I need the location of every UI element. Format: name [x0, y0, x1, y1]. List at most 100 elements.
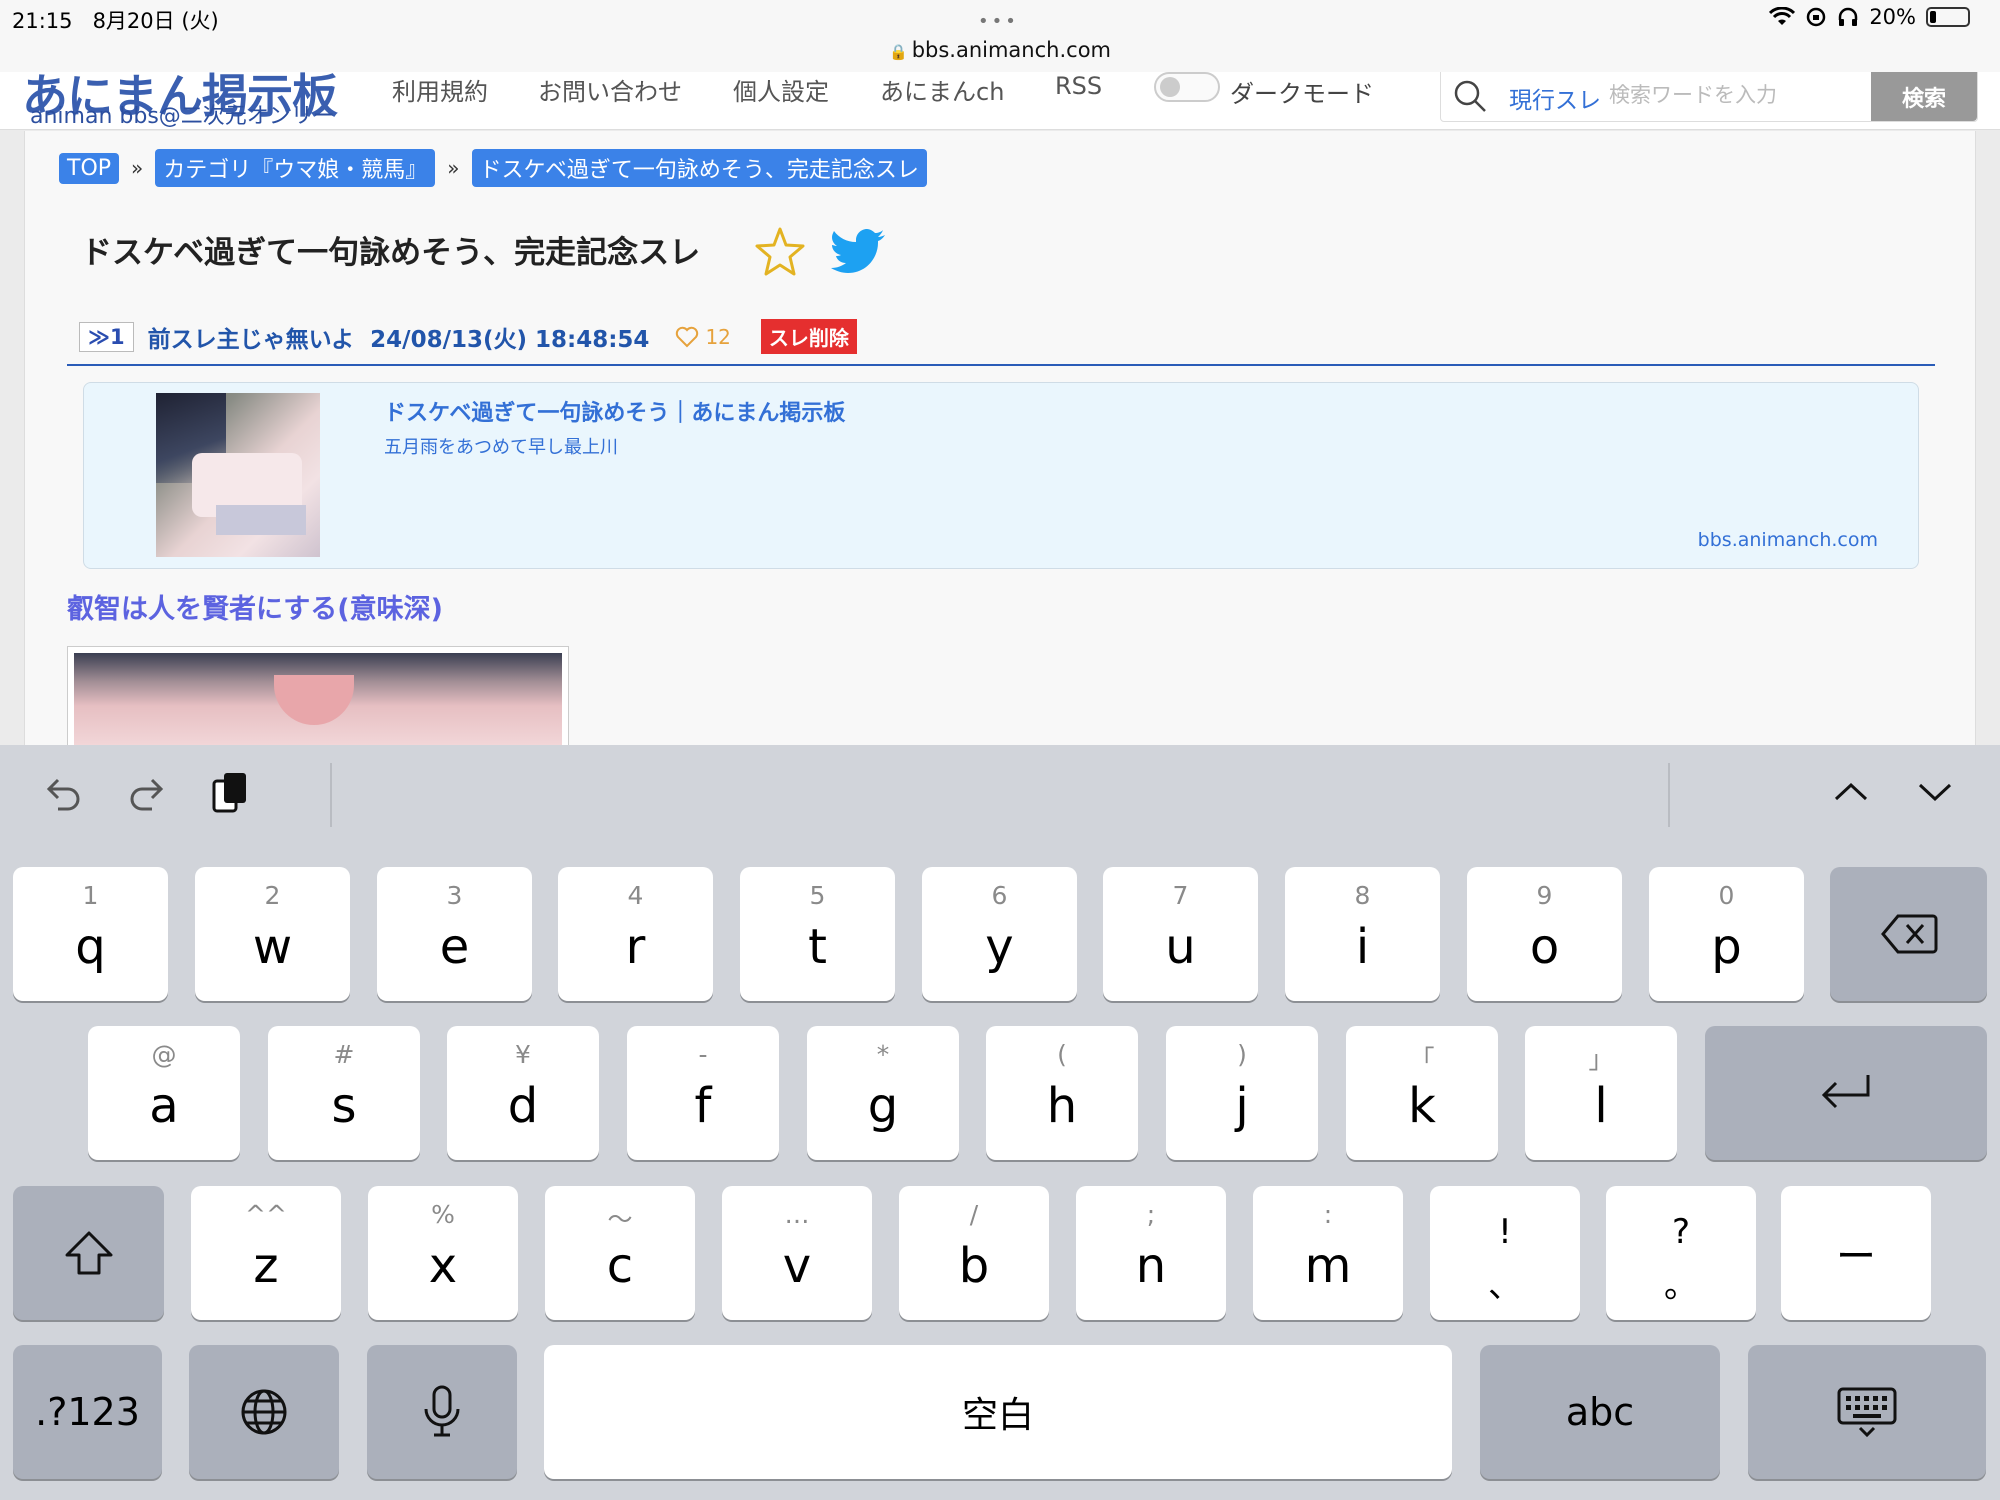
- key-o[interactable]: 9o: [1467, 867, 1622, 1001]
- onscreen-keyboard: 1q 2w 3e 4r 5t 6y 7u 8i 9o 0p @ a # s ¥ d -…: [0, 745, 2000, 1500]
- breadcrumb-category[interactable]: カテゴリ『ウマ娘・競馬』: [155, 149, 436, 187]
- toolbar-divider: [1668, 763, 1670, 827]
- search-button[interactable]: 検索: [1871, 72, 1977, 121]
- rotation-lock-icon: [1807, 7, 1826, 27]
- key-f[interactable]: -f: [627, 1026, 779, 1160]
- key-x[interactable]: % x: [368, 1186, 518, 1320]
- key-h[interactable]: (h: [986, 1026, 1138, 1160]
- twitter-icon[interactable]: [831, 229, 887, 277]
- dictation-key[interactable]: [367, 1345, 517, 1479]
- address-url: bbs.animanch.com: [911, 38, 1111, 62]
- nav-contact[interactable]: お問い合わせ: [538, 72, 682, 107]
- post-datetime: 24/08/13(火) 18:48:54: [370, 326, 650, 353]
- nav-animanch[interactable]: あにまんch: [880, 72, 1004, 107]
- headphones-icon: [1839, 7, 1858, 26]
- key-l[interactable]: 」 l: [1525, 1026, 1677, 1160]
- key-comma[interactable]: !、: [1430, 1186, 1580, 1320]
- key-period[interactable]: ?。: [1606, 1186, 1756, 1320]
- status-bar: 21:15 8月20日 (火) ••• 🔒 bbs.animanch.com 20…: [0, 0, 2000, 74]
- breadcrumb-top[interactable]: TOP: [59, 152, 120, 184]
- key-m[interactable]: :m: [1253, 1186, 1403, 1320]
- toolbar-divider: [330, 763, 332, 827]
- space-key[interactable]: 空白: [544, 1345, 1452, 1479]
- key-a[interactable]: @ a: [88, 1026, 240, 1160]
- key-t[interactable]: 5t: [740, 867, 895, 1001]
- dark-mode-toggle[interactable]: [1154, 72, 1220, 102]
- search-box: 現行スレ 検索: [1440, 72, 1978, 122]
- key-dash[interactable]: ー: [1781, 1186, 1931, 1320]
- key-g[interactable]: * g: [807, 1026, 959, 1160]
- link-card-description: 五月雨をあつめて早し最上川: [384, 437, 618, 458]
- key-w[interactable]: 2w: [195, 867, 350, 1001]
- hide-keyboard-key[interactable]: [1748, 1345, 1986, 1479]
- battery-icon: [1926, 7, 1970, 27]
- microphone-icon: [424, 1385, 460, 1437]
- wifi-icon: [1769, 7, 1796, 25]
- nav-terms[interactable]: 利用規約: [392, 72, 488, 107]
- heart-icon[interactable]: [675, 326, 699, 348]
- star-icon[interactable]: [753, 225, 807, 279]
- redo-icon[interactable]: [122, 767, 172, 817]
- post-image[interactable]: [67, 646, 569, 745]
- thread-title: ドスケベ過ぎて一句詠めそう、完走記念スレ: [81, 235, 701, 271]
- keyboard-toolbar: [0, 745, 2000, 845]
- key-y[interactable]: 6y: [922, 867, 1077, 1001]
- numbers-key[interactable]: .?123: [13, 1345, 162, 1479]
- search-input[interactable]: [1609, 77, 1879, 113]
- shift-icon: [65, 1231, 112, 1275]
- status-date: 8月20日 (火): [92, 9, 219, 33]
- link-card-title: ドスケベ過ぎて一句詠めそう｜あにまん掲示板: [384, 401, 846, 426]
- key-c[interactable]: 〜 c: [545, 1186, 695, 1320]
- key-z[interactable]: ^^ z: [191, 1186, 341, 1320]
- globe-key[interactable]: [189, 1345, 339, 1479]
- breadcrumb-separator: »: [447, 156, 460, 180]
- lock-icon: 🔒: [889, 43, 908, 61]
- key-i[interactable]: 8i: [1285, 867, 1440, 1001]
- abc-key[interactable]: abc: [1480, 1345, 1720, 1479]
- key-r[interactable]: 4r: [558, 867, 713, 1001]
- post-author: 前スレ主じゃ無いよ: [147, 326, 355, 353]
- divider: [67, 364, 1935, 366]
- search-icon: [1454, 80, 1486, 112]
- return-key[interactable]: [1705, 1026, 1987, 1160]
- paste-icon[interactable]: [206, 767, 256, 817]
- globe-icon: [241, 1389, 287, 1435]
- shift-key[interactable]: [13, 1186, 164, 1320]
- undo-icon[interactable]: [38, 767, 88, 817]
- delete-thread-button[interactable]: スレ削除: [760, 319, 857, 354]
- address-bar[interactable]: 🔒 bbs.animanch.com: [0, 38, 2000, 62]
- status-indicators: 20%: [1769, 5, 1970, 29]
- multitask-dots-icon[interactable]: •••: [978, 11, 1019, 32]
- key-u[interactable]: 7u: [1103, 867, 1258, 1001]
- link-card-domain: bbs.animanch.com: [1697, 529, 1878, 551]
- nav-rss[interactable]: RSS: [1055, 72, 1102, 100]
- keyboard-dismiss-icon: [1837, 1387, 1897, 1438]
- site-logo-sub: animan bbs@二次元オンリー: [30, 104, 335, 129]
- post-number[interactable]: ≫1: [79, 321, 134, 352]
- link-card-thumbnail: [156, 393, 320, 557]
- chevron-down-icon[interactable]: [1910, 767, 1960, 817]
- nav-settings[interactable]: 個人設定: [733, 72, 829, 107]
- key-q[interactable]: 1q: [13, 867, 168, 1001]
- breadcrumb-thread[interactable]: ドスケベ過ぎて一句詠めそう、完走記念スレ: [471, 149, 927, 187]
- breadcrumb-separator: »: [131, 156, 144, 180]
- link-card[interactable]: ドスケベ過ぎて一句詠めそう｜あにまん掲示板 五月雨をあつめて早し最上川 bbs.…: [83, 382, 1919, 569]
- breadcrumb: TOP » カテゴリ『ウマ娘・競馬』 » ドスケベ過ぎて一句詠めそう、完走記念ス…: [59, 149, 927, 187]
- key-j[interactable]: ) j: [1166, 1026, 1318, 1160]
- site-header: あにまん掲示板 animan bbs@二次元オンリー 利用規約 お問い合わせ 個…: [0, 72, 2000, 130]
- key-e[interactable]: 3e: [377, 867, 532, 1001]
- key-s[interactable]: # s: [268, 1026, 420, 1160]
- like-count: 12: [705, 324, 731, 349]
- chevron-up-icon[interactable]: [1826, 767, 1876, 817]
- key-n[interactable]: ; n: [1076, 1186, 1226, 1320]
- key-d[interactable]: ¥ d: [447, 1026, 599, 1160]
- thread-content: TOP » カテゴリ『ウマ娘・競馬』 » ドスケベ過ぎて一句詠めそう、完走記念ス…: [24, 131, 1976, 745]
- delete-key[interactable]: [1830, 867, 1987, 1001]
- key-p[interactable]: 0p: [1649, 867, 1804, 1001]
- battery-percent: 20%: [1869, 5, 1916, 29]
- key-b[interactable]: / b: [899, 1186, 1049, 1320]
- backspace-icon: [1880, 914, 1937, 954]
- key-k[interactable]: 「k: [1346, 1026, 1498, 1160]
- search-scope[interactable]: 現行スレ: [1509, 81, 1601, 115]
- key-v[interactable]: … v: [722, 1186, 872, 1320]
